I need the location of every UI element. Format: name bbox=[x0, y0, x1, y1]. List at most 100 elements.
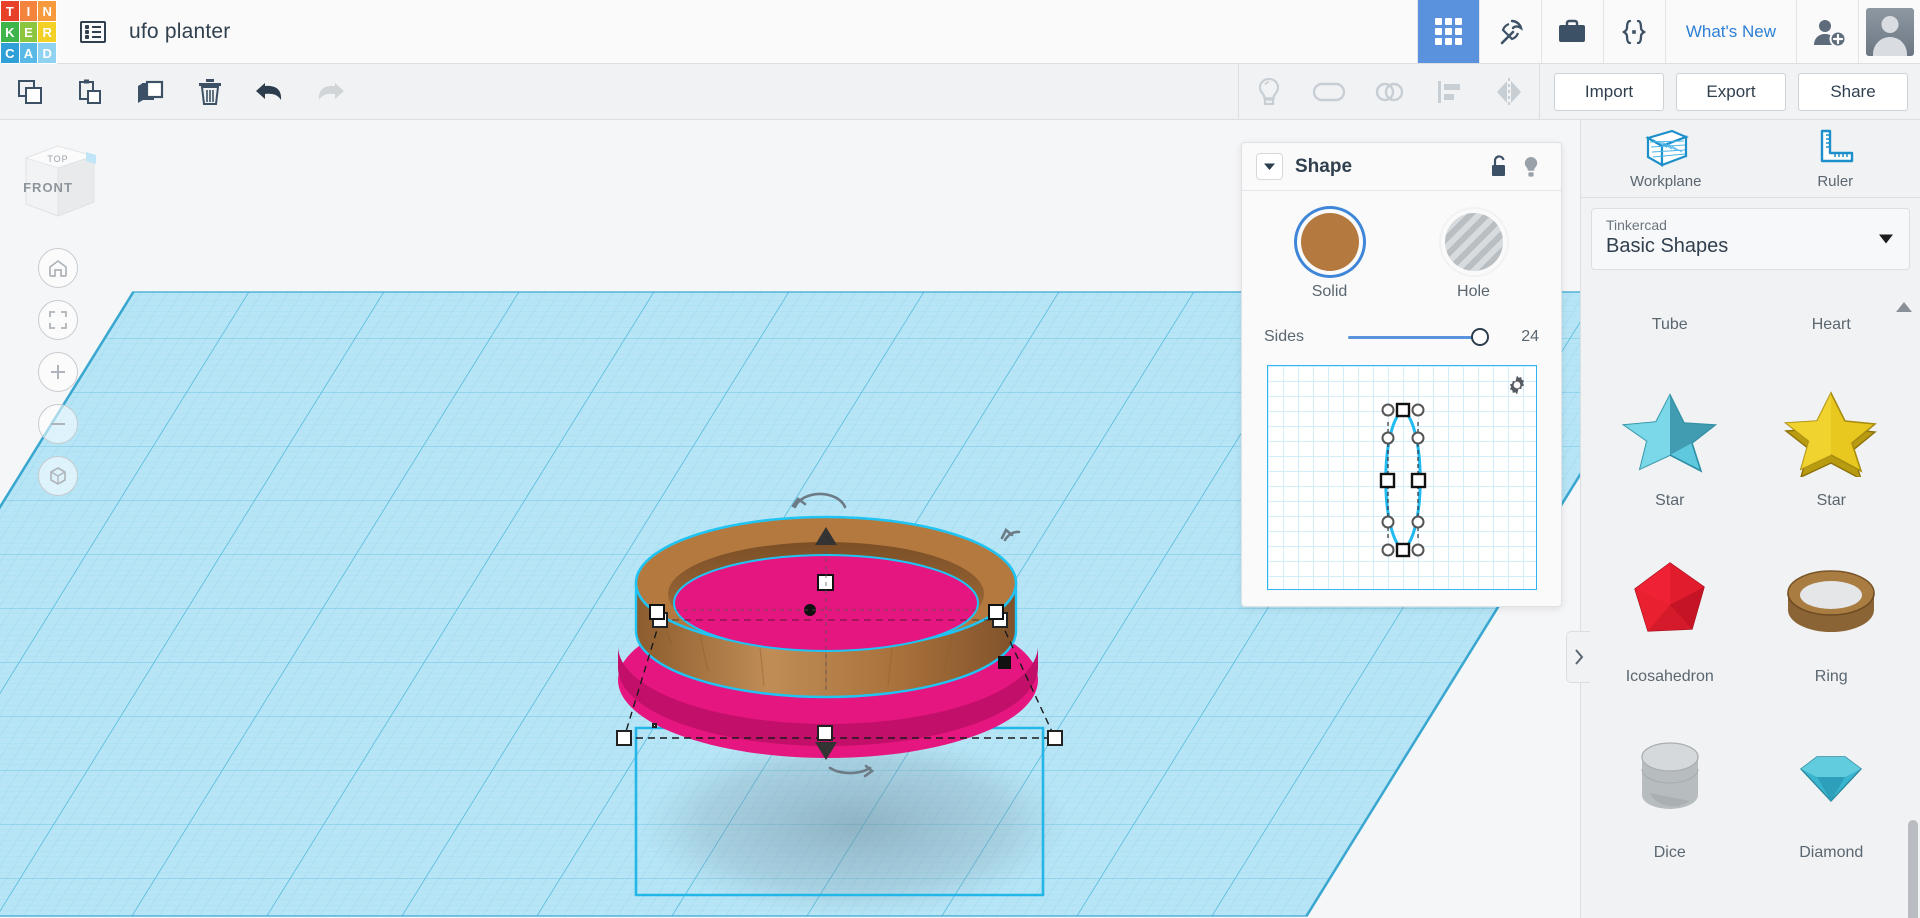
fit-to-screen-icon bbox=[49, 311, 67, 329]
shape-row-3: Dice Diamond bbox=[1589, 694, 1912, 870]
duplicate-button[interactable] bbox=[120, 64, 180, 120]
paste-button[interactable] bbox=[60, 64, 120, 120]
shape-mode-group: Solid Hole bbox=[1242, 213, 1561, 301]
sides-value[interactable]: 24 bbox=[1505, 328, 1539, 346]
fit-view-button[interactable] bbox=[38, 300, 78, 340]
zoom-out-button[interactable] bbox=[38, 404, 78, 444]
shape-row-2: Icosahedron Ring bbox=[1589, 518, 1912, 694]
shape-heart[interactable]: Heart bbox=[1751, 296, 1913, 342]
shape-tube-label: Tube bbox=[1651, 316, 1688, 333]
zoom-in-button[interactable] bbox=[38, 352, 78, 392]
shape-library-select[interactable]: Tinkercad Basic Shapes bbox=[1591, 208, 1910, 270]
codeblocks-pickaxe-icon[interactable] bbox=[1478, 0, 1541, 63]
pickaxe-glyph bbox=[1501, 19, 1524, 44]
sidebar-tools: Workplane Ruler bbox=[1581, 120, 1920, 198]
user-avatar[interactable] bbox=[1858, 0, 1920, 63]
shape-tube[interactable]: Tube bbox=[1589, 296, 1751, 342]
profile-curve[interactable] bbox=[1268, 366, 1537, 590]
show-hide-button[interactable] bbox=[1239, 64, 1299, 120]
copy-button[interactable] bbox=[0, 64, 60, 120]
export-button[interactable]: Export bbox=[1676, 72, 1786, 111]
edit-toolbar: Import Export Share bbox=[0, 63, 1920, 120]
shape-diamond[interactable]: Diamond bbox=[1751, 694, 1913, 870]
ortho-perspective-button[interactable] bbox=[38, 456, 78, 496]
collapse-sidebar-handle[interactable] bbox=[1566, 631, 1590, 683]
tinkercad-logo[interactable]: T I N K E R C A D bbox=[0, 0, 57, 64]
gallery-briefcase-icon[interactable] bbox=[1540, 0, 1603, 63]
shape-gallery[interactable]: Tube Heart Star Star Icosahedron Ring Di… bbox=[1581, 296, 1920, 918]
chevron-down-glyph bbox=[1264, 163, 1275, 170]
solid-color-swatch bbox=[1300, 213, 1359, 271]
align-button[interactable] bbox=[1419, 64, 1479, 120]
align-icon bbox=[1438, 80, 1460, 103]
shape-heart-label: Heart bbox=[1811, 316, 1851, 333]
shape-icosahedron-label: Icosahedron bbox=[1625, 668, 1714, 685]
shape-inspector-panel: Shape Solid Hole Sides 24 bbox=[1241, 142, 1562, 607]
list-menu-icon[interactable] bbox=[71, 0, 115, 63]
caret-down-icon bbox=[1879, 234, 1893, 244]
ungroup-button[interactable] bbox=[1359, 64, 1419, 120]
avatar-image bbox=[1865, 7, 1914, 56]
dice-thumbnail bbox=[1620, 720, 1720, 838]
padlock-glyph bbox=[1492, 154, 1505, 176]
unlocked-padlock-icon[interactable] bbox=[1483, 154, 1515, 179]
shape-icosahedron[interactable]: Icosahedron bbox=[1589, 518, 1751, 694]
delete-button[interactable] bbox=[180, 64, 240, 120]
shape-star-yellow-label: Star bbox=[1816, 492, 1846, 509]
briefcase-glyph bbox=[1559, 19, 1586, 42]
shape-star-yellow[interactable]: Star bbox=[1751, 342, 1913, 518]
import-button[interactable]: Import bbox=[1554, 72, 1664, 111]
logo-tile-a: A bbox=[19, 43, 38, 63]
svg-text:FRONT: FRONT bbox=[23, 180, 73, 195]
trash-icon bbox=[199, 78, 221, 105]
logo-tile-n: N bbox=[38, 1, 56, 21]
lightbulb-glyph bbox=[1524, 156, 1538, 177]
sides-slider-track bbox=[1348, 336, 1481, 339]
design-title[interactable]: ufo planter bbox=[129, 0, 230, 63]
undo-button[interactable] bbox=[240, 64, 300, 120]
scroll-up-arrow-icon[interactable] bbox=[1896, 302, 1912, 312]
view-cube[interactable]: TOP FRONT bbox=[12, 136, 104, 226]
settings-gear-icon[interactable] bbox=[1506, 374, 1528, 396]
ruler-tool-label: Ruler bbox=[1817, 173, 1854, 190]
shape-dice[interactable]: Dice bbox=[1589, 694, 1751, 870]
profile-curve-editor[interactable] bbox=[1266, 365, 1537, 590]
mirror-button[interactable] bbox=[1479, 64, 1539, 120]
lightbulb-icon[interactable] bbox=[1515, 155, 1547, 179]
chevron-down-icon[interactable] bbox=[1256, 153, 1283, 180]
solid-mode-option[interactable]: Solid bbox=[1286, 213, 1374, 301]
home-view-button[interactable] bbox=[38, 248, 78, 288]
star-teal-glyph bbox=[1621, 393, 1717, 473]
plus-icon bbox=[51, 365, 65, 379]
share-button[interactable]: Share bbox=[1798, 72, 1908, 111]
shape-star-teal[interactable]: Star bbox=[1589, 342, 1751, 518]
ruler-tool[interactable]: Ruler bbox=[1751, 120, 1920, 197]
undo-arrow-icon bbox=[256, 82, 282, 100]
sides-label: Sides bbox=[1264, 328, 1305, 345]
shape-star-teal-label: Star bbox=[1655, 492, 1685, 509]
sidebar-scrollbar[interactable] bbox=[1908, 820, 1918, 918]
whats-new-link[interactable]: What's New bbox=[1664, 0, 1796, 63]
add-person-icon[interactable] bbox=[1796, 0, 1858, 63]
logo-tile-k: K bbox=[1, 22, 19, 42]
list-menu-glyph bbox=[80, 20, 106, 43]
hole-mode-label: Hole bbox=[1457, 283, 1490, 300]
codeblocks-brackets-icon[interactable] bbox=[1602, 0, 1665, 63]
sides-slider-knob[interactable] bbox=[1471, 328, 1489, 346]
logo-tile-d: D bbox=[38, 43, 56, 63]
gear-glyph bbox=[1509, 375, 1524, 395]
workplane-tool[interactable]: Workplane bbox=[1581, 120, 1751, 197]
shape-dice-label: Dice bbox=[1653, 844, 1686, 861]
header-spacer bbox=[230, 0, 1416, 63]
shape-ring[interactable]: Ring bbox=[1751, 518, 1913, 694]
star-yellow-thumbnail bbox=[1775, 368, 1887, 486]
shape-row-0: Tube Heart bbox=[1589, 296, 1912, 342]
hole-mode-option[interactable]: Hole bbox=[1430, 213, 1518, 301]
sides-slider[interactable] bbox=[1348, 327, 1495, 347]
logo-tile-t: T bbox=[1, 1, 19, 21]
view-cube-glyph: TOP FRONT bbox=[23, 145, 96, 217]
inspector-body: Solid Hole Sides 24 bbox=[1242, 191, 1561, 606]
group-button[interactable] bbox=[1299, 64, 1359, 120]
grid-3d-view-icon[interactable] bbox=[1416, 0, 1479, 63]
redo-button[interactable] bbox=[300, 64, 360, 120]
